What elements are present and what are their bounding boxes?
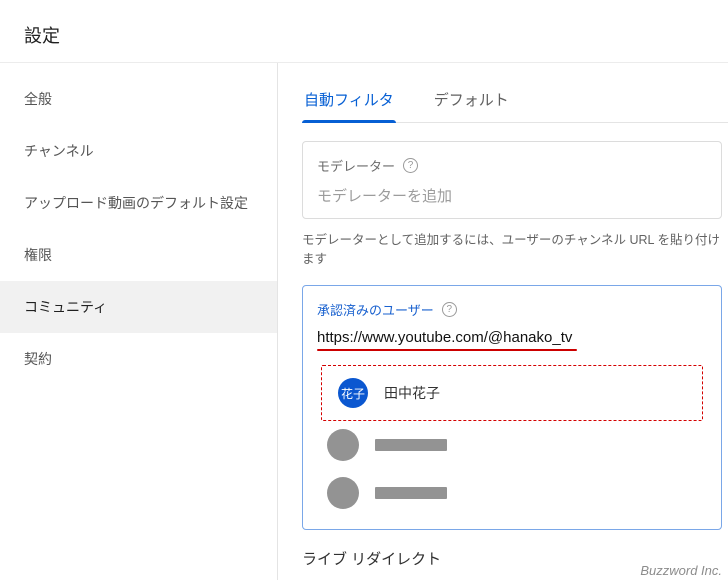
result-row[interactable]: 花子 田中花子	[328, 370, 696, 416]
result-name: 田中花子	[384, 383, 440, 403]
tabs: 自動フィルタ デフォルト	[302, 81, 728, 123]
help-icon[interactable]: ?	[442, 302, 457, 317]
approved-results: 花子 田中花子	[317, 365, 707, 517]
moderator-input[interactable]: モデレーターを追加	[317, 185, 707, 206]
avatar-placeholder	[327, 429, 359, 461]
avatar: 花子	[338, 378, 368, 408]
moderator-card: モデレーター ? モデレーターを追加	[302, 141, 722, 219]
sidebar-item-channel[interactable]: チャンネル	[0, 125, 277, 177]
moderator-label: モデレーター	[317, 156, 395, 175]
result-highlight: 花子 田中花子	[321, 365, 703, 421]
approved-label-row: 承認済みのユーザー ?	[317, 300, 707, 319]
sidebar: 全般 チャンネル アップロード動画のデフォルト設定 権限 コミュニティ 契約	[0, 63, 278, 580]
main-content: 自動フィルタ デフォルト モデレーター ? モデレーターを追加 モデレーターとし…	[278, 63, 728, 580]
sidebar-item-agreements[interactable]: 契約	[0, 333, 277, 385]
name-placeholder	[375, 439, 447, 451]
sidebar-item-community[interactable]: コミュニティ	[0, 281, 277, 333]
sidebar-item-upload-defaults[interactable]: アップロード動画のデフォルト設定	[0, 177, 277, 229]
sidebar-item-permissions[interactable]: 権限	[0, 229, 277, 281]
name-placeholder	[375, 487, 447, 499]
result-row[interactable]	[317, 421, 707, 469]
approved-label: 承認済みのユーザー	[317, 300, 434, 319]
avatar-placeholder	[327, 477, 359, 509]
approved-url-input[interactable]	[317, 329, 707, 346]
tab-auto-filter[interactable]: 自動フィルタ	[302, 81, 396, 122]
moderator-label-row: モデレーター ?	[317, 156, 707, 175]
input-underline	[317, 349, 577, 351]
sidebar-item-general[interactable]: 全般	[0, 73, 277, 125]
page-title: 設定	[24, 22, 704, 48]
result-row[interactable]	[317, 469, 707, 517]
help-icon[interactable]: ?	[403, 158, 418, 173]
settings-header: 設定	[0, 0, 728, 62]
tab-defaults[interactable]: デフォルト	[432, 81, 511, 122]
moderator-hint: モデレーターとして追加するには、ユーザーのチャンネル URL を貼り付けます	[302, 229, 728, 267]
approved-users-card: 承認済みのユーザー ? 花子 田中花子	[302, 285, 722, 530]
watermark: Buzzword Inc.	[640, 563, 722, 578]
